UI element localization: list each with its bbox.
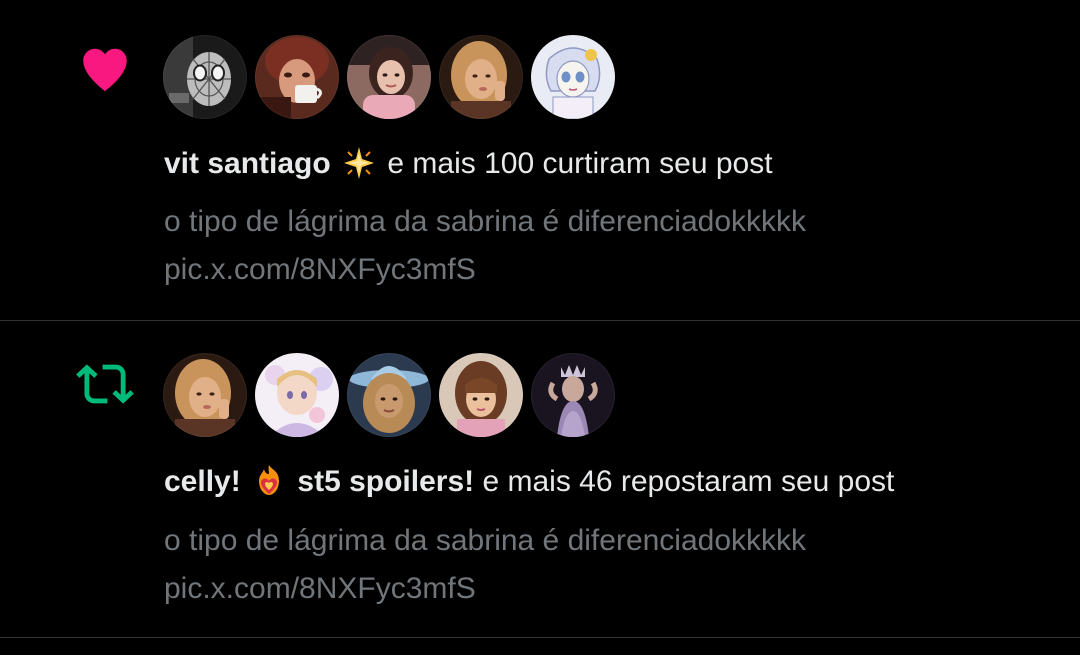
divider — [0, 637, 1080, 638]
avatar-person-selfie[interactable] — [347, 35, 431, 119]
notification-headline: vit santiago e mais 100 curtiram seu pos… — [164, 144, 1060, 184]
post-preview[interactable]: o tipo de lágrima da sabrina é diferenci… — [164, 198, 1060, 294]
avatar-row — [163, 353, 615, 437]
avatar-doll-drawing[interactable] — [531, 35, 615, 119]
action-text: e mais 46 repostaram seu post — [482, 465, 895, 498]
notification-headline: celly! st5 spoilers! e mais 46 repostara… — [164, 462, 1060, 502]
avatar-row — [163, 35, 615, 119]
actor-name[interactable]: vit santiago — [164, 147, 331, 180]
avatar-person-blonde[interactable] — [439, 35, 523, 119]
heart-icon — [76, 40, 134, 98]
post-link[interactable]: pic.x.com/8NXFyc3mfS — [164, 246, 1060, 294]
avatar-person-blonde[interactable] — [163, 353, 247, 437]
actor-name[interactable]: celly! — [164, 465, 241, 498]
action-text: e mais 100 curtiram seu post — [387, 147, 773, 180]
notification-repost[interactable]: celly! st5 spoilers! e mais 46 repostara… — [0, 321, 1080, 637]
avatar-person-crown[interactable] — [531, 353, 615, 437]
avatar-anime-drawing[interactable] — [255, 353, 339, 437]
notifications-feed: vit santiago e mais 100 curtiram seu pos… — [0, 0, 1080, 655]
notification-like[interactable]: vit santiago e mais 100 curtiram seu pos… — [0, 0, 1080, 320]
post-preview[interactable]: o tipo de lágrima da sabrina é diferenci… — [164, 517, 1060, 613]
post-text: o tipo de lágrima da sabrina é diferenci… — [164, 524, 807, 557]
avatar-person-cowboy-hat[interactable] — [347, 353, 431, 437]
repost-icon — [76, 355, 134, 413]
glowing-star-icon — [341, 145, 377, 181]
avatar-spiderman[interactable] — [163, 35, 247, 119]
post-link[interactable]: pic.x.com/8NXFyc3mfS — [164, 565, 1060, 613]
post-text: o tipo de lágrima da sabrina é diferenci… — [164, 205, 807, 238]
heart-on-fire-icon — [251, 463, 287, 499]
avatar-person-bangs[interactable] — [439, 353, 523, 437]
avatar-person-cup[interactable] — [255, 35, 339, 119]
actor-suffix: st5 spoilers! — [297, 465, 475, 498]
